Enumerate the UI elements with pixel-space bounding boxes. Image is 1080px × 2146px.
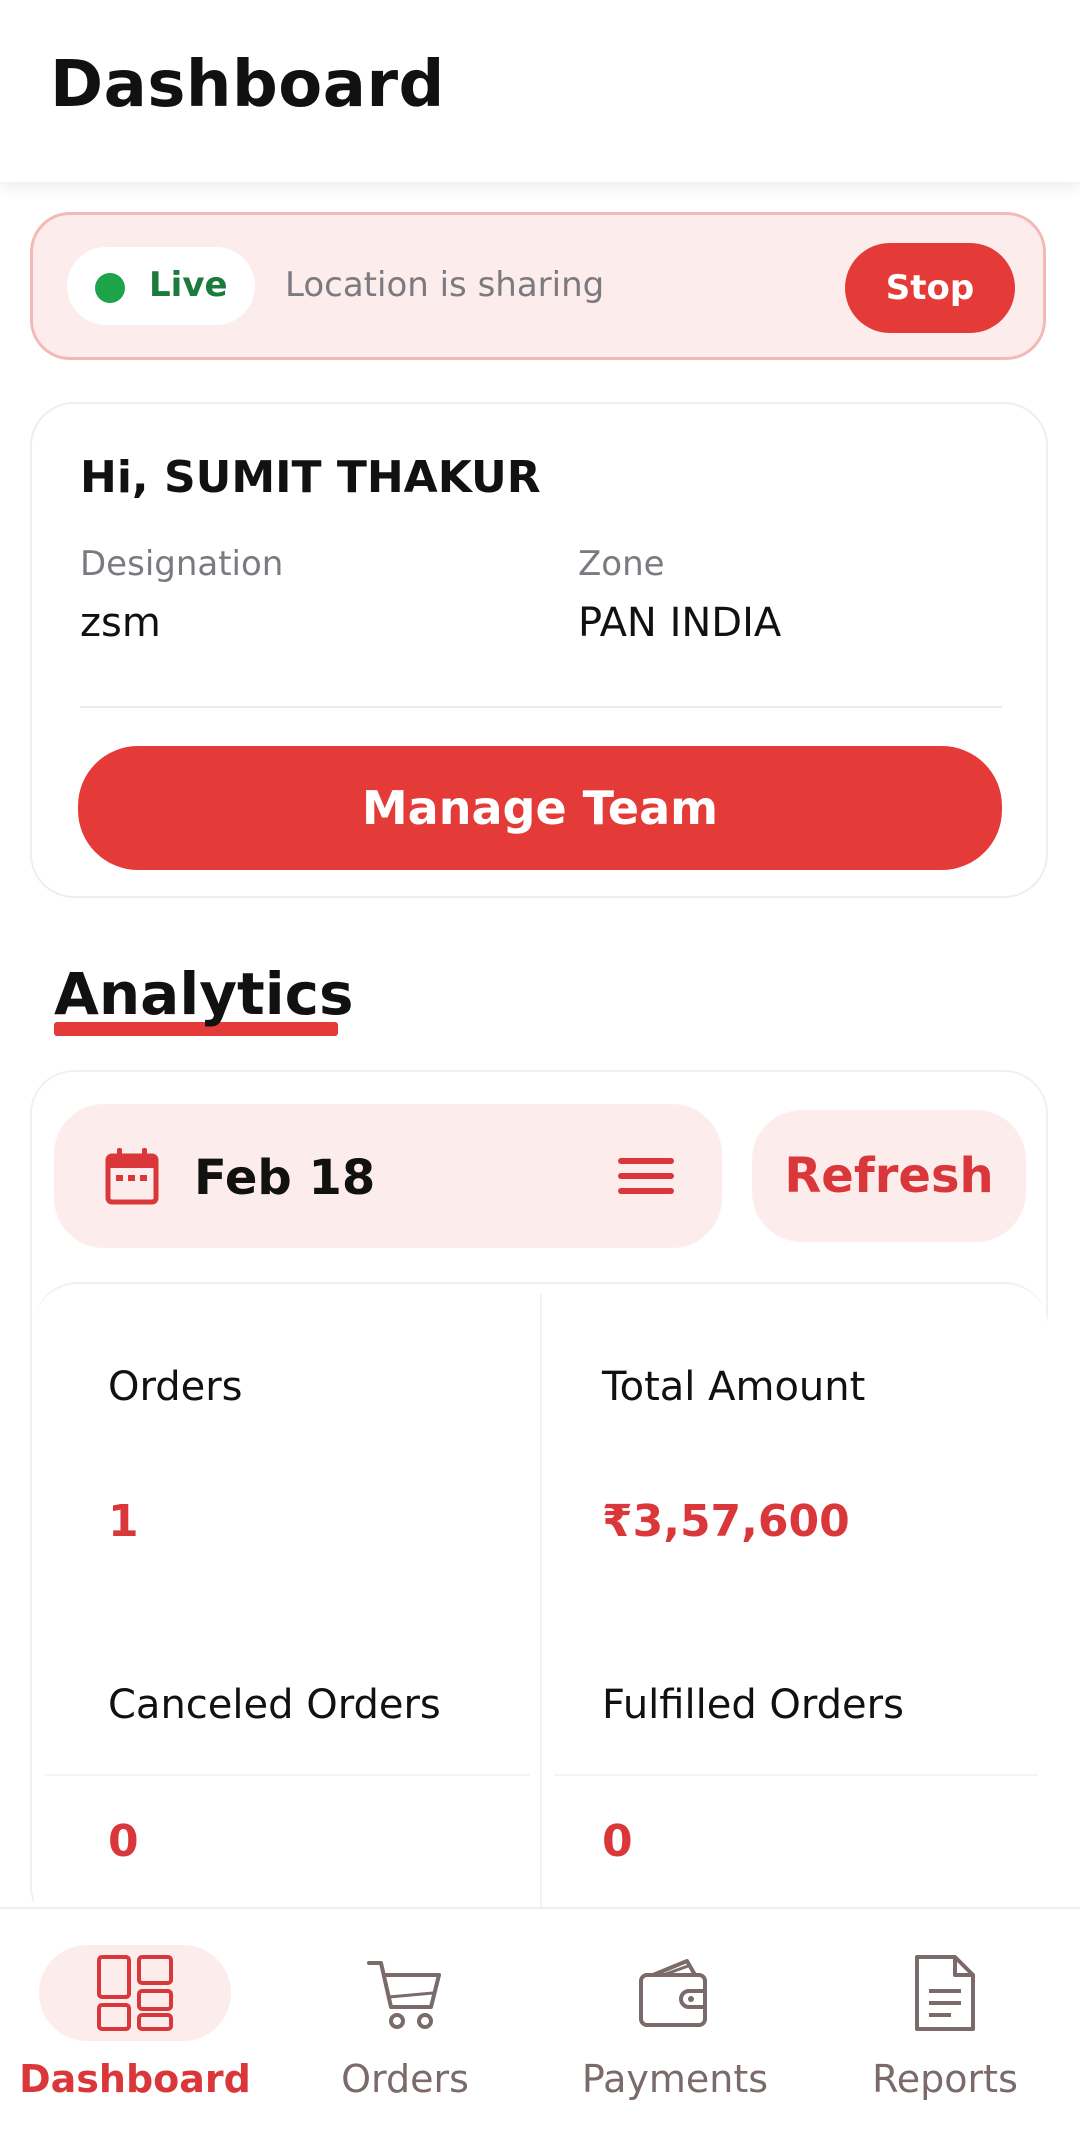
nav-item-reports[interactable]: Reports: [810, 1909, 1080, 2146]
stat-fulfilled-orders-value: 0: [602, 1816, 633, 1867]
live-status-label: Live: [149, 265, 228, 305]
wallet-icon: [639, 1959, 707, 2027]
zone-label: Zone: [578, 544, 665, 584]
selected-date: Feb 18: [194, 1150, 376, 1206]
nav-item-dashboard[interactable]: Dashboard: [0, 1909, 270, 2146]
user-greeting: Hi, SUMIT THAKUR: [80, 452, 541, 503]
stat-orders-label: Orders: [108, 1364, 243, 1410]
live-status-pill: Live: [67, 247, 255, 325]
stats-row-divider: [554, 1774, 1038, 1776]
stats-column-divider: [540, 1294, 542, 1907]
nav-label-payments: Payments: [581, 2057, 769, 2101]
designation-value: zsm: [80, 600, 161, 646]
document-icon: [915, 1955, 975, 2031]
stat-canceled-orders-value: 0: [108, 1816, 139, 1867]
stats-row-divider: [44, 1774, 530, 1776]
nav-icon-highlight: [39, 1945, 231, 2041]
nav-label-reports: Reports: [872, 2057, 1018, 2101]
manage-team-button[interactable]: Manage Team: [78, 746, 1002, 870]
cart-icon: [367, 1961, 441, 2029]
calendar-icon: [105, 1148, 159, 1205]
location-sharing-text: Location is sharing: [285, 265, 605, 305]
nav-icon-container: [849, 1945, 1041, 2041]
main-content[interactable]: Live Location is sharing Stop Hi, SUMIT …: [0, 182, 1080, 1907]
nav-item-orders[interactable]: Orders: [270, 1909, 540, 2146]
zone-value: PAN INDIA: [578, 600, 782, 646]
page-title: Dashboard: [50, 48, 445, 122]
stat-total-amount-label: Total Amount: [602, 1364, 866, 1410]
profile-card: Hi, SUMIT THAKUR Designation zsm Zone PA…: [30, 402, 1048, 898]
refresh-button[interactable]: Refresh: [752, 1110, 1026, 1242]
menu-icon[interactable]: [618, 1156, 674, 1196]
analytics-section-title: Analytics: [54, 960, 354, 1028]
stat-fulfilled-orders-label: Fulfilled Orders: [602, 1682, 904, 1728]
stop-sharing-button[interactable]: Stop: [845, 243, 1015, 333]
date-picker[interactable]: Feb 18: [54, 1104, 722, 1248]
app-header: Dashboard: [0, 0, 1080, 182]
nav-label-orders: Orders: [341, 2057, 469, 2101]
nav-label-dashboard: Dashboard: [19, 2057, 251, 2101]
nav-icon-container: [309, 1945, 501, 2041]
dashboard-grid-icon: [97, 1955, 173, 2031]
stat-orders-value: 1: [108, 1496, 139, 1547]
analytics-card: Feb 18 Refresh Orders 1 Total Amount ₹3,…: [30, 1070, 1048, 1907]
bottom-navigation: Dashboard Orders Payments Reports: [0, 1907, 1080, 2146]
stat-canceled-orders-label: Canceled Orders: [108, 1682, 441, 1728]
designation-label: Designation: [80, 544, 284, 584]
nav-icon-container: [579, 1945, 771, 2041]
stat-total-amount-value: ₹3,57,600: [602, 1496, 850, 1547]
location-sharing-banner: Live Location is sharing Stop: [30, 212, 1046, 360]
live-status-dot-icon: [95, 273, 125, 303]
profile-divider: [80, 706, 1002, 708]
nav-item-payments[interactable]: Payments: [540, 1909, 810, 2146]
analytics-stats-grid: Orders 1 Total Amount ₹3,57,600 Canceled…: [34, 1282, 1048, 1907]
